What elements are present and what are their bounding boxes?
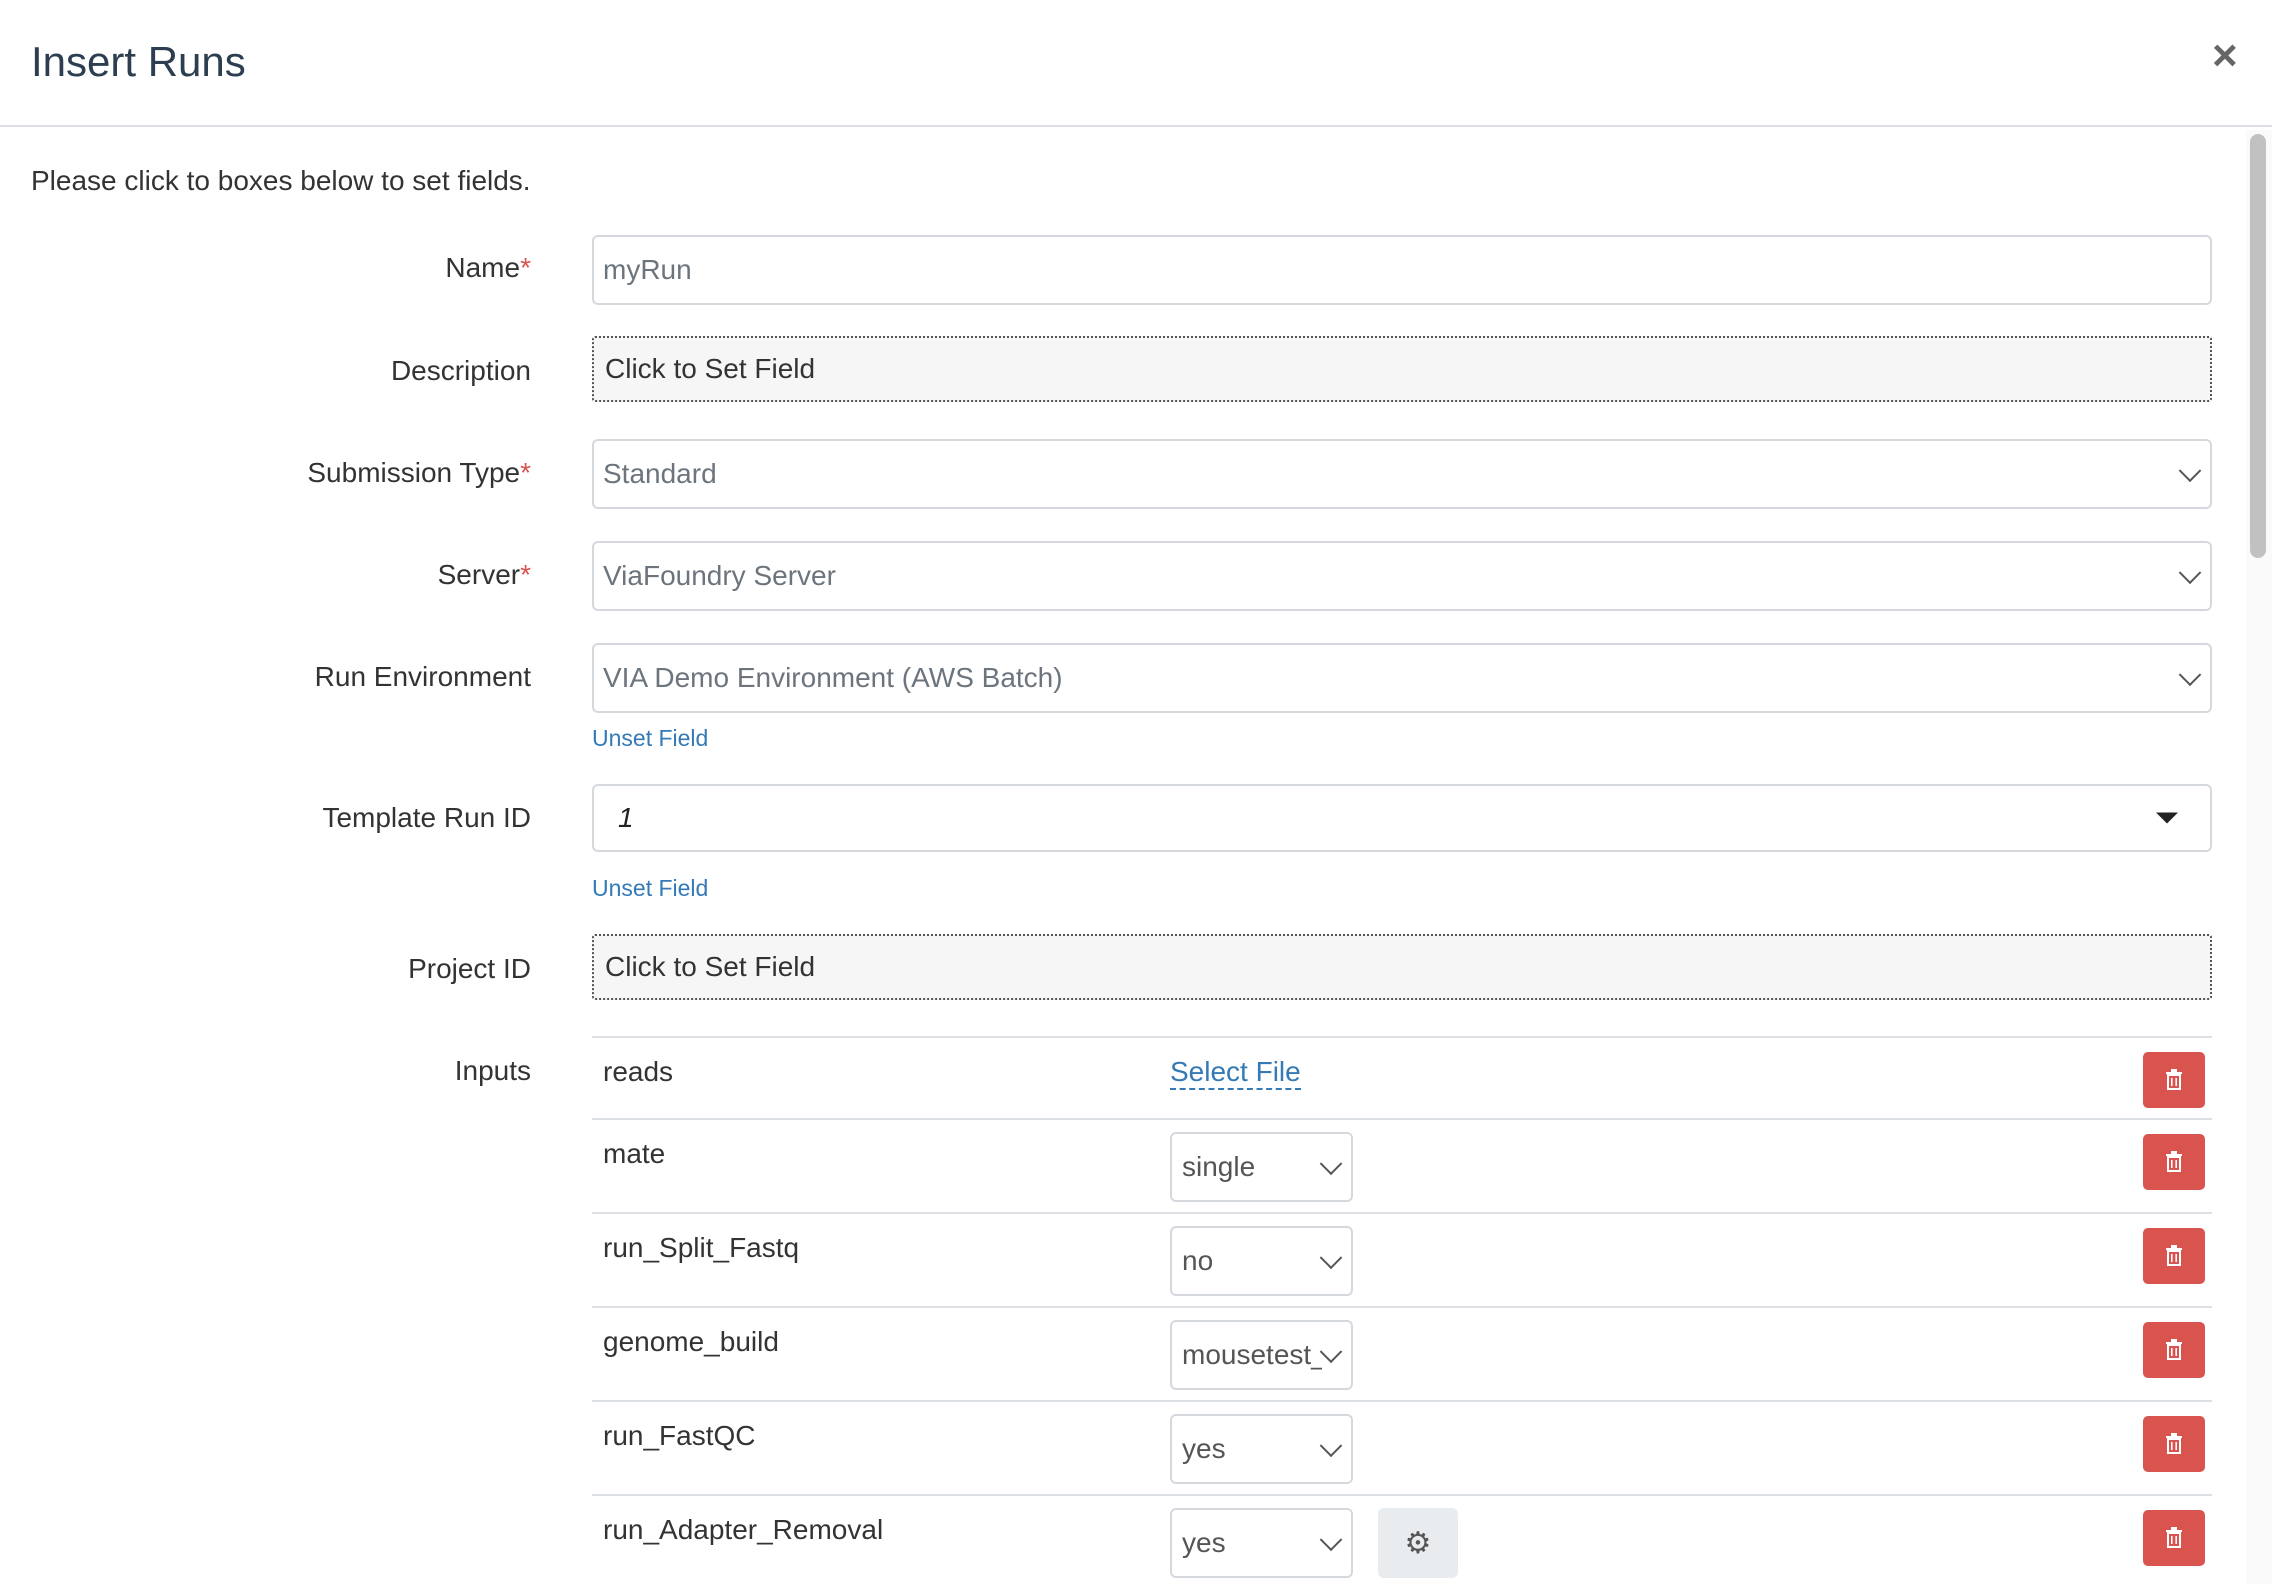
run-adapter-removal-value: yes [1182, 1527, 1226, 1558]
submission-type-label: Submission Type* [307, 457, 531, 489]
inputs-label: Inputs [454, 1055, 531, 1086]
close-icon[interactable]: × [2212, 34, 2238, 78]
trash-icon [2166, 1245, 2182, 1266]
project-id-label: Project ID [408, 953, 531, 984]
input-name: run_Split_Fastq [603, 1232, 800, 1263]
name-label-text: Name [445, 252, 521, 283]
modal-title: Insert Runs [31, 38, 246, 85]
chevron-down-icon [2178, 663, 2202, 687]
caret-down-icon [2156, 812, 2178, 824]
description-field[interactable]: Click to Set Field [592, 336, 2212, 402]
server-select[interactable]: ViaFoundry Server [592, 541, 2212, 611]
server-label-text: Server [437, 559, 521, 590]
submission-type-label-text: Submission Type [307, 457, 521, 488]
run-environment-select[interactable]: VIA Demo Environment (AWS Batch) [592, 643, 2212, 713]
run-environment-value: VIA Demo Environment (AWS Batch) [603, 662, 1063, 693]
scrollbar-thumb[interactable] [2250, 134, 2266, 558]
delete-button[interactable] [2143, 1322, 2205, 1378]
trash-icon [2166, 1433, 2182, 1454]
chevron-down-icon [1319, 1434, 1343, 1458]
submission-type-value: Standard [603, 458, 717, 489]
genome-build-value: mousetest_ [1182, 1339, 1322, 1370]
trash-icon [2166, 1527, 2182, 1548]
run-split-fastq-value: no [1182, 1245, 1214, 1276]
input-row-reads: reads Select File [592, 1036, 2212, 1118]
run-split-fastq-select[interactable]: no [1170, 1226, 1353, 1296]
delete-button[interactable] [2143, 1416, 2205, 1472]
modal-header: Insert Runs × [0, 0, 2272, 127]
input-name: run_FastQC [603, 1420, 756, 1451]
mate-select[interactable]: single [1170, 1132, 1353, 1202]
template-run-id-select[interactable]: 1 [592, 784, 2212, 852]
chevron-down-icon [1319, 1246, 1343, 1270]
trash-icon [2166, 1151, 2182, 1172]
input-name: run_Adapter_Removal [603, 1514, 884, 1545]
required-marker: * [520, 559, 531, 590]
template-run-id-unset-link[interactable]: Unset Field [592, 875, 708, 902]
required-marker: * [520, 252, 531, 283]
genome-build-select[interactable]: mousetest_ [1170, 1320, 1353, 1390]
input-row-mate: mate single [592, 1118, 2212, 1212]
trash-icon [2166, 1069, 2182, 1090]
chevron-down-icon [2178, 459, 2202, 483]
run-environment-unset-link[interactable]: Unset Field [592, 725, 708, 752]
server-value: ViaFoundry Server [603, 560, 836, 591]
chevron-down-icon [1319, 1152, 1343, 1176]
project-id-field[interactable]: Click to Set Field [592, 934, 2212, 1000]
delete-button[interactable] [2143, 1134, 2205, 1190]
chevron-down-icon [1319, 1528, 1343, 1552]
settings-button[interactable]: ⚙ [1378, 1508, 1458, 1578]
project-id-value: Click to Set Field [605, 951, 816, 982]
input-name: reads [603, 1056, 674, 1087]
input-row-run-split-fastq: run_Split_Fastq no [592, 1212, 2212, 1306]
template-run-id-label: Template Run ID [322, 802, 531, 833]
delete-button[interactable] [2143, 1510, 2205, 1566]
chevron-down-icon [1319, 1340, 1343, 1364]
run-environment-label: Run Environment [314, 661, 531, 692]
submission-type-select[interactable]: Standard [592, 439, 2212, 509]
delete-button[interactable] [2143, 1052, 2205, 1108]
input-row-run-fastqc: run_FastQC yes [592, 1400, 2212, 1494]
input-row-genome-build: genome_build mousetest_ [592, 1306, 2212, 1400]
name-input[interactable]: myRun [592, 235, 2212, 305]
delete-button[interactable] [2143, 1228, 2205, 1284]
trash-icon [2166, 1339, 2182, 1360]
template-run-id-value: 1 [618, 802, 634, 833]
run-fastqc-select[interactable]: yes [1170, 1414, 1353, 1484]
required-marker: * [520, 457, 531, 488]
description-value: Click to Set Field [605, 353, 816, 384]
run-adapter-removal-select[interactable]: yes [1170, 1508, 1353, 1578]
run-fastqc-value: yes [1182, 1433, 1226, 1464]
intro-text: Please click to boxes below to set field… [31, 165, 531, 196]
gear-icon: ⚙ [1404, 1526, 1432, 1560]
select-file-link[interactable]: Select File [1170, 1056, 1301, 1090]
name-label: Name* [445, 252, 531, 284]
input-row-run-adapter-removal: run_Adapter_Removal yes ⚙ [592, 1494, 2212, 1588]
mate-value: single [1182, 1151, 1256, 1182]
input-name: mate [603, 1138, 666, 1169]
name-placeholder: myRun [603, 254, 692, 285]
chevron-down-icon [2178, 561, 2202, 585]
description-label: Description [390, 355, 531, 386]
input-name: genome_build [603, 1326, 779, 1357]
server-label: Server* [438, 559, 531, 591]
